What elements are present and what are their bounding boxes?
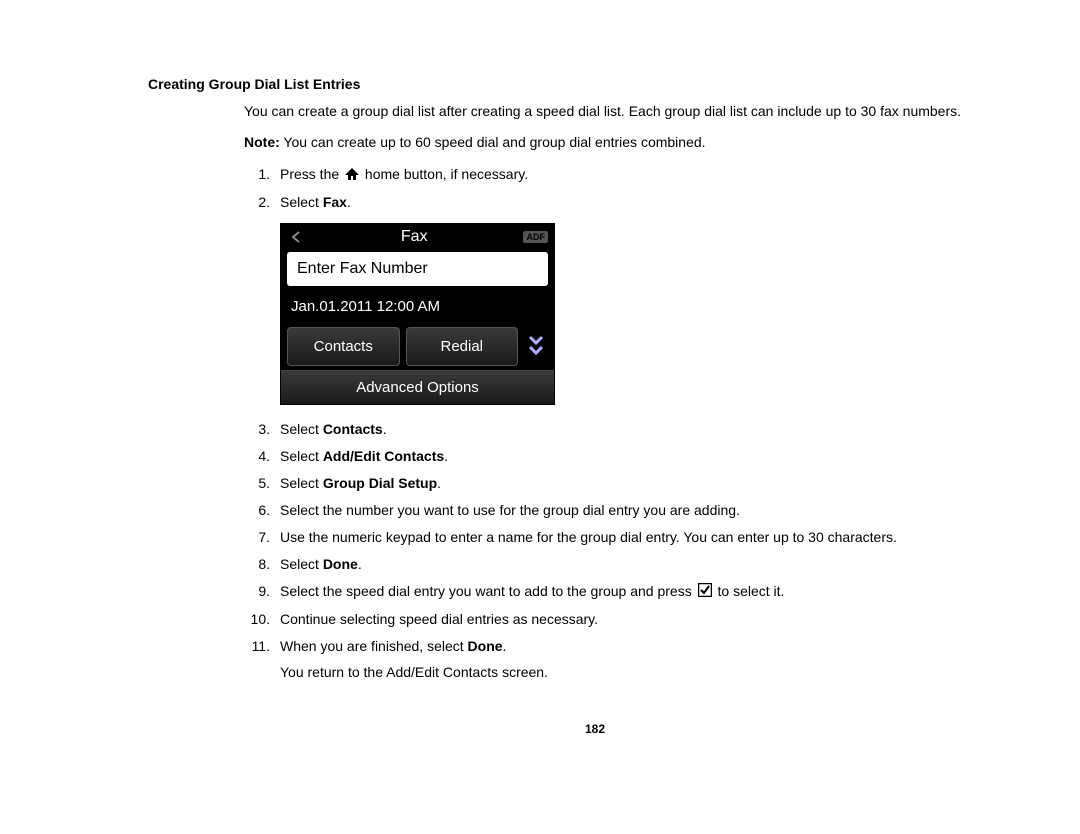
step-3: 3. Select Contacts. (244, 419, 1000, 440)
screenshot-header: Fax ADF (281, 224, 554, 246)
back-icon (287, 228, 305, 246)
step-11: 11. When you are finished, select Done. (244, 636, 1000, 657)
screenshot-title: Fax (401, 228, 428, 246)
step-text: Select the speed dial entry you want to … (280, 581, 1000, 603)
step-number: 10. (244, 609, 280, 630)
step-number: 5. (244, 473, 280, 494)
note-label: Note: (244, 134, 280, 150)
step-2: 2. Select Fax. (244, 192, 1000, 213)
device-screenshot: Fax ADF Enter Fax Number Jan.01.2011 12:… (280, 223, 555, 405)
section-heading: Creating Group Dial List Entries (148, 76, 1040, 92)
adf-badge: ADF (523, 231, 548, 243)
step-number: 3. (244, 419, 280, 440)
step-text: Select Fax. (280, 192, 1000, 213)
chevron-down-icon (524, 333, 548, 359)
step-text: Select Contacts. (280, 419, 1000, 440)
step-number: 8. (244, 554, 280, 575)
step-number: 4. (244, 446, 280, 467)
step-number: 6. (244, 500, 280, 521)
step-text: Press the home button, if necessary. (280, 164, 1000, 186)
note-line: Note: You can create up to 60 speed dial… (244, 133, 1000, 152)
step-11-followup: You return to the Add/Edit Contacts scre… (280, 663, 1040, 683)
screenshot-body: Enter Fax Number Jan.01.2011 12:00 AM Co… (281, 246, 554, 370)
home-icon (345, 165, 359, 186)
step-4: 4. Select Add/Edit Contacts. (244, 446, 1000, 467)
step-number: 9. (244, 581, 280, 602)
fax-number-input: Enter Fax Number (287, 252, 548, 286)
step-text: Use the numeric keypad to enter a name f… (280, 527, 1000, 548)
step-number: 7. (244, 527, 280, 548)
step-10: 10. Continue selecting speed dial entrie… (244, 609, 1000, 630)
checkbox-icon (698, 582, 712, 603)
step-text: When you are finished, select Done. (280, 636, 1000, 657)
step-text: Select Add/Edit Contacts. (280, 446, 1000, 467)
contacts-button: Contacts (287, 327, 400, 366)
step-text: Continue selecting speed dial entries as… (280, 609, 1000, 630)
document-page: Creating Group Dial List Entries You can… (0, 0, 1080, 834)
step-9: 9. Select the speed dial entry you want … (244, 581, 1000, 603)
steps-list: 1. Press the home button, if necessary. … (244, 164, 1000, 213)
step-text: Select the number you want to use for th… (280, 500, 1000, 521)
page-number: 182 (150, 722, 1040, 736)
step-6: 6. Select the number you want to use for… (244, 500, 1000, 521)
step-number: 11. (244, 636, 280, 657)
note-text: You can create up to 60 speed dial and g… (280, 134, 706, 150)
intro-block: You can create a group dial list after c… (244, 102, 1000, 152)
redial-button: Redial (406, 327, 519, 366)
step-text: Select Group Dial Setup. (280, 473, 1000, 494)
datetime-display: Jan.01.2011 12:00 AM (287, 298, 548, 327)
step-number: 2. (244, 192, 280, 213)
step-text: Select Done. (280, 554, 1000, 575)
step-7: 7. Use the numeric keypad to enter a nam… (244, 527, 1000, 548)
step-number: 1. (244, 164, 280, 185)
intro-text: You can create a group dial list after c… (244, 102, 1000, 121)
screenshot-buttons: Contacts Redial (287, 327, 548, 366)
step-5: 5. Select Group Dial Setup. (244, 473, 1000, 494)
advanced-options-button: Advanced Options (281, 370, 554, 404)
step-1: 1. Press the home button, if necessary. (244, 164, 1000, 186)
step-8: 8. Select Done. (244, 554, 1000, 575)
steps-list-cont: 3. Select Contacts. 4. Select Add/Edit C… (244, 419, 1000, 657)
